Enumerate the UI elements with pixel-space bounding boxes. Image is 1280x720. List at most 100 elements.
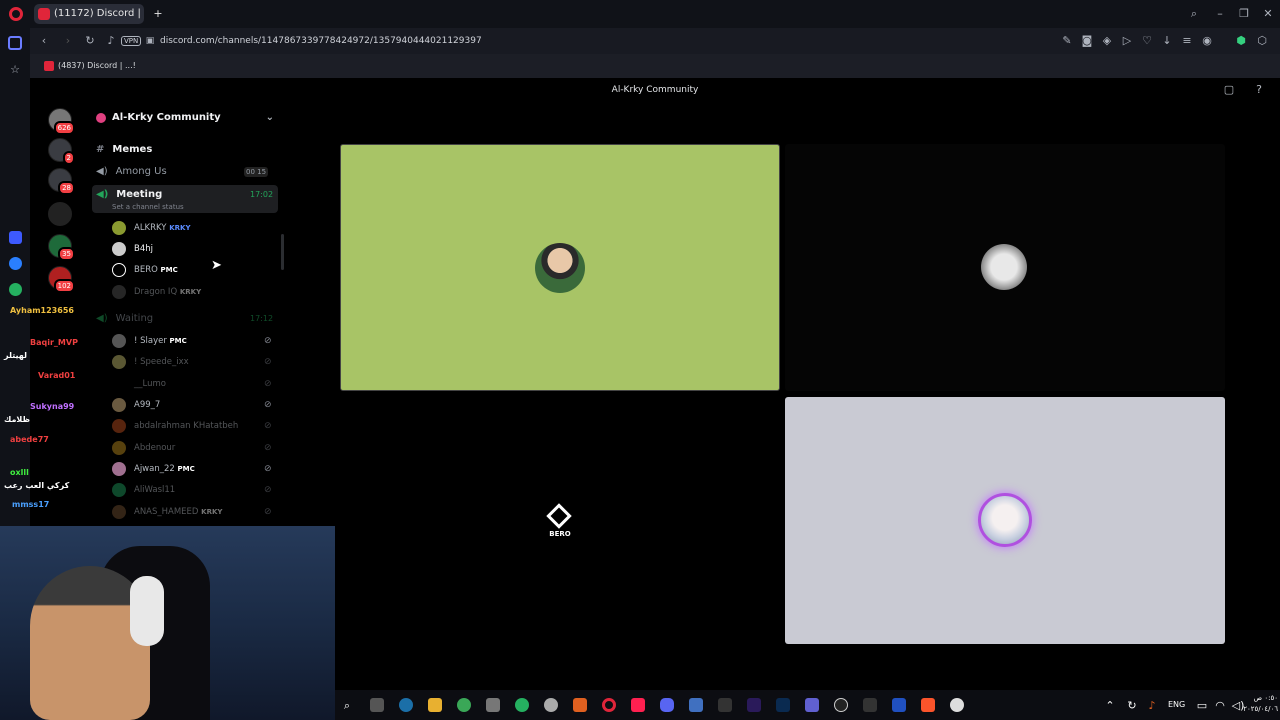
voice-user[interactable]: ! Speede_ixx ⊘ <box>112 352 282 372</box>
server-icon[interactable] <box>48 202 72 226</box>
aria-icon[interactable] <box>9 231 22 244</box>
home-icon[interactable] <box>8 36 22 50</box>
voice-user[interactable]: Abdenour ⊘ <box>112 438 282 458</box>
heart-icon[interactable]: ♡ <box>1140 33 1154 49</box>
voice-user[interactable]: ALKRKY KRKY <box>112 218 272 238</box>
task-view-icon[interactable] <box>370 698 384 712</box>
profile-icon[interactable]: ◉ <box>1200 33 1214 49</box>
discord-icon[interactable] <box>660 698 674 712</box>
speaker-icon: ◀) <box>96 313 108 324</box>
voice-user[interactable]: BERO PMC <box>112 260 272 280</box>
help-icon[interactable]: ? <box>1252 82 1266 98</box>
network-tray-icon[interactable]: ↻ <box>1125 698 1139 712</box>
server-icon[interactable]: 35 <box>48 234 75 261</box>
voice-user[interactable]: Dragon IQ KRKY <box>112 282 272 302</box>
browser-tab[interactable]: (11172) Discord | ٤٠٨ <box>34 4 144 24</box>
voice-tile-dragon[interactable] <box>785 397 1225 644</box>
whatsapp-icon[interactable] <box>9 283 22 296</box>
server-icon[interactable]: 626 <box>48 108 75 135</box>
folder-icon[interactable] <box>428 698 442 712</box>
premiere-icon[interactable] <box>747 698 761 712</box>
wifi-tray-icon[interactable]: ◠ <box>1213 698 1227 712</box>
whatsapp-icon[interactable] <box>515 698 529 712</box>
inbox-icon[interactable]: ▢ <box>1222 82 1236 98</box>
channel-scrollbar[interactable] <box>281 234 284 270</box>
app-icon[interactable] <box>689 698 703 712</box>
minimize-icon[interactable]: – <box>1212 6 1228 22</box>
clock-date[interactable]: ٢٠٢٥/٠٤/٠٦ <box>1228 705 1278 713</box>
vpn-badge[interactable]: VPN <box>121 36 142 46</box>
vpn-shield-icon[interactable]: ⬢ <box>1234 33 1248 49</box>
search-icon[interactable]: ⌕ <box>340 698 354 712</box>
channel-memes[interactable]: # Memes <box>92 140 272 160</box>
server-icon[interactable]: 28 <box>48 168 75 195</box>
user-tag: KRKY <box>201 508 223 516</box>
tiktok-icon[interactable] <box>631 698 645 712</box>
channel-among-us[interactable]: ◀) Among Us 00 15 <box>92 162 272 182</box>
url-field[interactable]: discord.com/channels/1147867339778424972… <box>160 33 482 49</box>
opera-icon[interactable] <box>602 698 616 712</box>
obs-icon[interactable] <box>834 698 848 712</box>
bookmark-item[interactable]: (4837) Discord | ...! <box>42 59 136 73</box>
voice-user[interactable]: __Lumo ⊘ <box>112 374 282 394</box>
shield-icon[interactable]: ◈ <box>1100 33 1114 49</box>
server-icon[interactable]: 102 <box>48 266 75 293</box>
app-icon[interactable] <box>863 698 877 712</box>
app-icon[interactable] <box>573 698 587 712</box>
back-icon[interactable]: ‹ <box>36 33 52 49</box>
settings-icon[interactable] <box>544 698 558 712</box>
extensions-icon[interactable]: ⬡ <box>1255 33 1269 49</box>
star-icon[interactable]: ☆ <box>7 62 23 78</box>
forward-icon[interactable]: › <box>60 33 76 49</box>
voice-tile-alkrky[interactable] <box>340 144 780 391</box>
voice-tile-bero[interactable]: BERO <box>340 397 780 644</box>
messenger-icon[interactable] <box>9 257 22 270</box>
chrome-icon[interactable] <box>457 698 471 712</box>
server-icon[interactable]: 2 <box>48 138 75 165</box>
channel-waiting[interactable]: ◀) Waiting 17:12 <box>92 309 278 329</box>
voice-user[interactable]: A99_7 ⊘ <box>112 395 282 415</box>
maximize-icon[interactable]: ❐ <box>1236 6 1252 22</box>
close-window-icon[interactable]: ✕ <box>1260 6 1276 22</box>
voice-user[interactable]: abdalrahman KHatatbeh ⊘ <box>112 416 282 436</box>
voice-user[interactable]: B4hj <box>112 239 272 259</box>
voice-user[interactable]: ! Slayer PMC ⊘ <box>112 331 282 351</box>
channel-label: Waiting <box>115 313 154 324</box>
play-icon[interactable]: ▷ <box>1120 33 1134 49</box>
voice-user[interactable]: AliWasl11 ⊘ <box>112 480 282 500</box>
app-icon[interactable] <box>805 698 819 712</box>
brave-icon[interactable] <box>921 698 935 712</box>
search-tabs-icon[interactable]: ⌕ <box>1186 6 1202 22</box>
opera-logo-icon[interactable] <box>9 7 23 21</box>
download-icon[interactable]: ↓ <box>1160 33 1174 49</box>
tray-chevron-icon[interactable]: ⌃ <box>1103 698 1117 712</box>
language-indicator[interactable]: ENG <box>1168 700 1185 709</box>
menu-icon[interactable]: ≡ <box>1180 33 1194 49</box>
tab-title: (11172) Discord | ٤٠٨ <box>54 8 144 19</box>
voice-tile-b4hj[interactable] <box>785 144 1225 391</box>
clock-time[interactable]: ٠:٥٠ ص <box>1240 694 1278 702</box>
app-icon[interactable] <box>486 698 500 712</box>
app-icon[interactable] <box>892 698 906 712</box>
server-badge: 626 <box>53 121 75 135</box>
display-tray-icon[interactable]: ▭ <box>1195 698 1209 712</box>
app-icon[interactable] <box>718 698 732 712</box>
avatar <box>978 493 1032 547</box>
steam-icon[interactable] <box>399 698 413 712</box>
chat-user: Baqir_MVP <box>30 338 78 347</box>
edit-icon[interactable]: ✎ <box>1060 33 1074 49</box>
reload-icon[interactable]: ↻ <box>82 33 98 49</box>
browser-tab-strip: (11172) Discord | ٤٠٨ + ⌕ – ❐ ✕ <box>0 0 1280 28</box>
mic-icon[interactable]: ♪ <box>104 33 118 49</box>
new-tab-button[interactable]: + <box>150 6 166 22</box>
app-icon[interactable] <box>950 698 964 712</box>
photoshop-icon[interactable] <box>776 698 790 712</box>
server-badge: 28 <box>58 181 75 195</box>
channel-status[interactable]: Set a channel status <box>112 197 184 217</box>
voice-user[interactable]: Ajwan_22 PMC ⊘ <box>112 459 282 479</box>
server-header[interactable]: Al-Krky Community ⌄ <box>94 110 274 126</box>
voice-user[interactable]: ANAS_HAMEED KRKY ⊘ <box>112 502 282 522</box>
channel-meeting[interactable]: ◀) Meeting 17:02 Set a channel status <box>92 185 278 213</box>
mic-tray-icon[interactable]: ♪ <box>1145 698 1159 712</box>
camera-icon[interactable]: ◙ <box>1080 33 1094 49</box>
